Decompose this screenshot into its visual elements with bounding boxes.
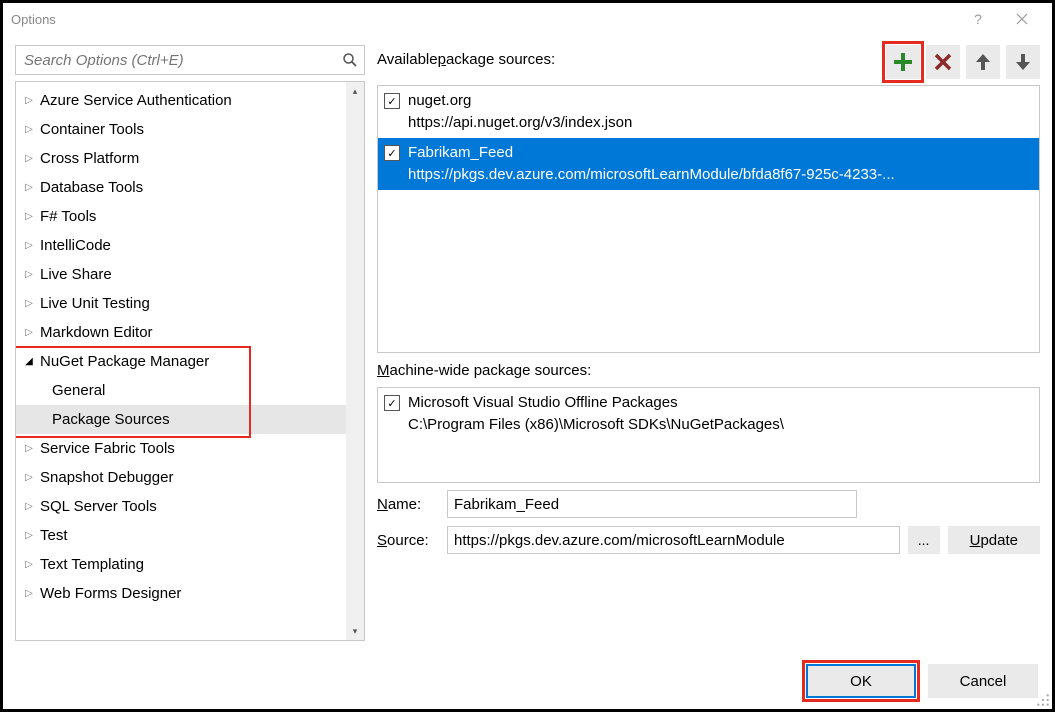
source-url: https://pkgs.dev.azure.com/microsoftLear… xyxy=(408,164,1033,186)
move-up-button[interactable] xyxy=(966,45,1000,79)
chevron-down-icon: ◢ xyxy=(22,356,36,367)
source-checkbox[interactable]: ✓ xyxy=(384,93,400,109)
resize-grip-icon[interactable] xyxy=(1036,693,1050,707)
tree-item[interactable]: ▷Azure Service Authentication xyxy=(16,86,346,115)
titlebar: Options ? xyxy=(3,3,1052,35)
tree-item[interactable]: ▷Live Share xyxy=(16,260,346,289)
chevron-right-icon: ▷ xyxy=(22,472,36,483)
tree-item[interactable]: ▷Test xyxy=(16,521,346,550)
arrow-up-icon xyxy=(973,52,993,72)
source-checkbox[interactable]: ✓ xyxy=(384,145,400,161)
chevron-right-icon: ▷ xyxy=(22,95,36,106)
scroll-up-icon[interactable]: ▴ xyxy=(346,82,364,100)
add-source-button[interactable] xyxy=(886,45,920,79)
options-tree[interactable]: ▷Azure Service Authentication ▷Container… xyxy=(16,82,346,640)
chevron-right-icon: ▷ xyxy=(22,443,36,454)
close-button[interactable] xyxy=(1000,5,1044,33)
chevron-right-icon: ▷ xyxy=(22,124,36,135)
tree-item-nuget[interactable]: ◢NuGet Package Manager xyxy=(16,347,346,376)
name-input[interactable] xyxy=(447,490,857,518)
update-button[interactable]: Update xyxy=(948,526,1040,554)
tree-item-package-sources[interactable]: Package Sources xyxy=(16,405,346,434)
available-sources-label: Available package sources: xyxy=(377,45,880,67)
dialog-footer: OK Cancel xyxy=(3,653,1052,709)
chevron-right-icon: ▷ xyxy=(22,298,36,309)
tree-item[interactable]: ▷Service Fabric Tools xyxy=(16,434,346,463)
scroll-down-icon[interactable]: ▾ xyxy=(346,622,364,640)
source-label: Source: xyxy=(377,532,439,549)
tree-item-general[interactable]: General xyxy=(16,376,346,405)
chevron-right-icon: ▷ xyxy=(22,269,36,280)
source-item[interactable]: ✓ Microsoft Visual Studio Offline Packag… xyxy=(378,388,1039,440)
tree-item[interactable]: ▷Cross Platform xyxy=(16,144,346,173)
window-title: Options xyxy=(11,12,56,27)
source-item-selected[interactable]: ✓ Fabrikam_Feed https://pkgs.dev.azure.c… xyxy=(378,138,1039,190)
move-down-button[interactable] xyxy=(1006,45,1040,79)
main-panel: Available package sources: ✓ xyxy=(377,45,1040,641)
chevron-right-icon: ▷ xyxy=(22,588,36,599)
tree-item[interactable]: ▷Text Templating xyxy=(16,550,346,579)
tree-item[interactable]: ▷Web Forms Designer xyxy=(16,579,346,608)
chevron-right-icon: ▷ xyxy=(22,327,36,338)
source-name: Fabrikam_Feed xyxy=(408,142,1033,164)
options-dialog: Options ? ▷Azure Service Authentication … xyxy=(3,3,1052,709)
chevron-right-icon: ▷ xyxy=(22,559,36,570)
search-icon xyxy=(342,52,358,68)
cancel-button[interactable]: Cancel xyxy=(928,664,1038,698)
chevron-right-icon: ▷ xyxy=(22,530,36,541)
source-name: Microsoft Visual Studio Offline Packages xyxy=(408,392,1033,414)
tree-scrollbar[interactable]: ▴ ▾ xyxy=(346,82,364,640)
tree-item[interactable]: ▷IntelliCode xyxy=(16,231,346,260)
ok-button[interactable]: OK xyxy=(806,664,916,698)
name-label: Name: xyxy=(377,496,439,513)
tree-item[interactable]: ▷SQL Server Tools xyxy=(16,492,346,521)
arrow-down-icon xyxy=(1013,52,1033,72)
tree-item[interactable]: ▷Markdown Editor xyxy=(16,318,346,347)
source-url: https://api.nuget.org/v3/index.json xyxy=(408,112,1033,134)
browse-button[interactable]: ... xyxy=(908,526,940,554)
x-icon xyxy=(933,52,953,72)
source-url: C:\Program Files (x86)\Microsoft SDKs\Nu… xyxy=(408,414,1033,436)
tree-item[interactable]: ▷F# Tools xyxy=(16,202,346,231)
tree-item[interactable]: ▷Container Tools xyxy=(16,115,346,144)
chevron-right-icon: ▷ xyxy=(22,501,36,512)
tree-item[interactable]: ▷Live Unit Testing xyxy=(16,289,346,318)
plus-icon xyxy=(893,52,913,72)
search-input[interactable] xyxy=(22,51,342,70)
source-item[interactable]: ✓ nuget.org https://api.nuget.org/v3/ind… xyxy=(378,86,1039,138)
machine-sources-label: Machine-wide package sources: xyxy=(377,359,1040,381)
help-button[interactable]: ? xyxy=(956,5,1000,33)
source-name: nuget.org xyxy=(408,90,1033,112)
tree-item[interactable]: ▷Snapshot Debugger xyxy=(16,463,346,492)
remove-source-button[interactable] xyxy=(926,45,960,79)
search-box[interactable] xyxy=(15,45,365,75)
sidebar: ▷Azure Service Authentication ▷Container… xyxy=(15,45,365,641)
source-input[interactable] xyxy=(447,526,900,554)
chevron-right-icon: ▷ xyxy=(22,182,36,193)
chevron-right-icon: ▷ xyxy=(22,211,36,222)
tree-item[interactable]: ▷Database Tools xyxy=(16,173,346,202)
available-sources-list[interactable]: ✓ nuget.org https://api.nuget.org/v3/ind… xyxy=(377,85,1040,353)
chevron-right-icon: ▷ xyxy=(22,240,36,251)
chevron-right-icon: ▷ xyxy=(22,153,36,164)
machine-sources-list[interactable]: ✓ Microsoft Visual Studio Offline Packag… xyxy=(377,387,1040,483)
source-checkbox[interactable]: ✓ xyxy=(384,395,400,411)
